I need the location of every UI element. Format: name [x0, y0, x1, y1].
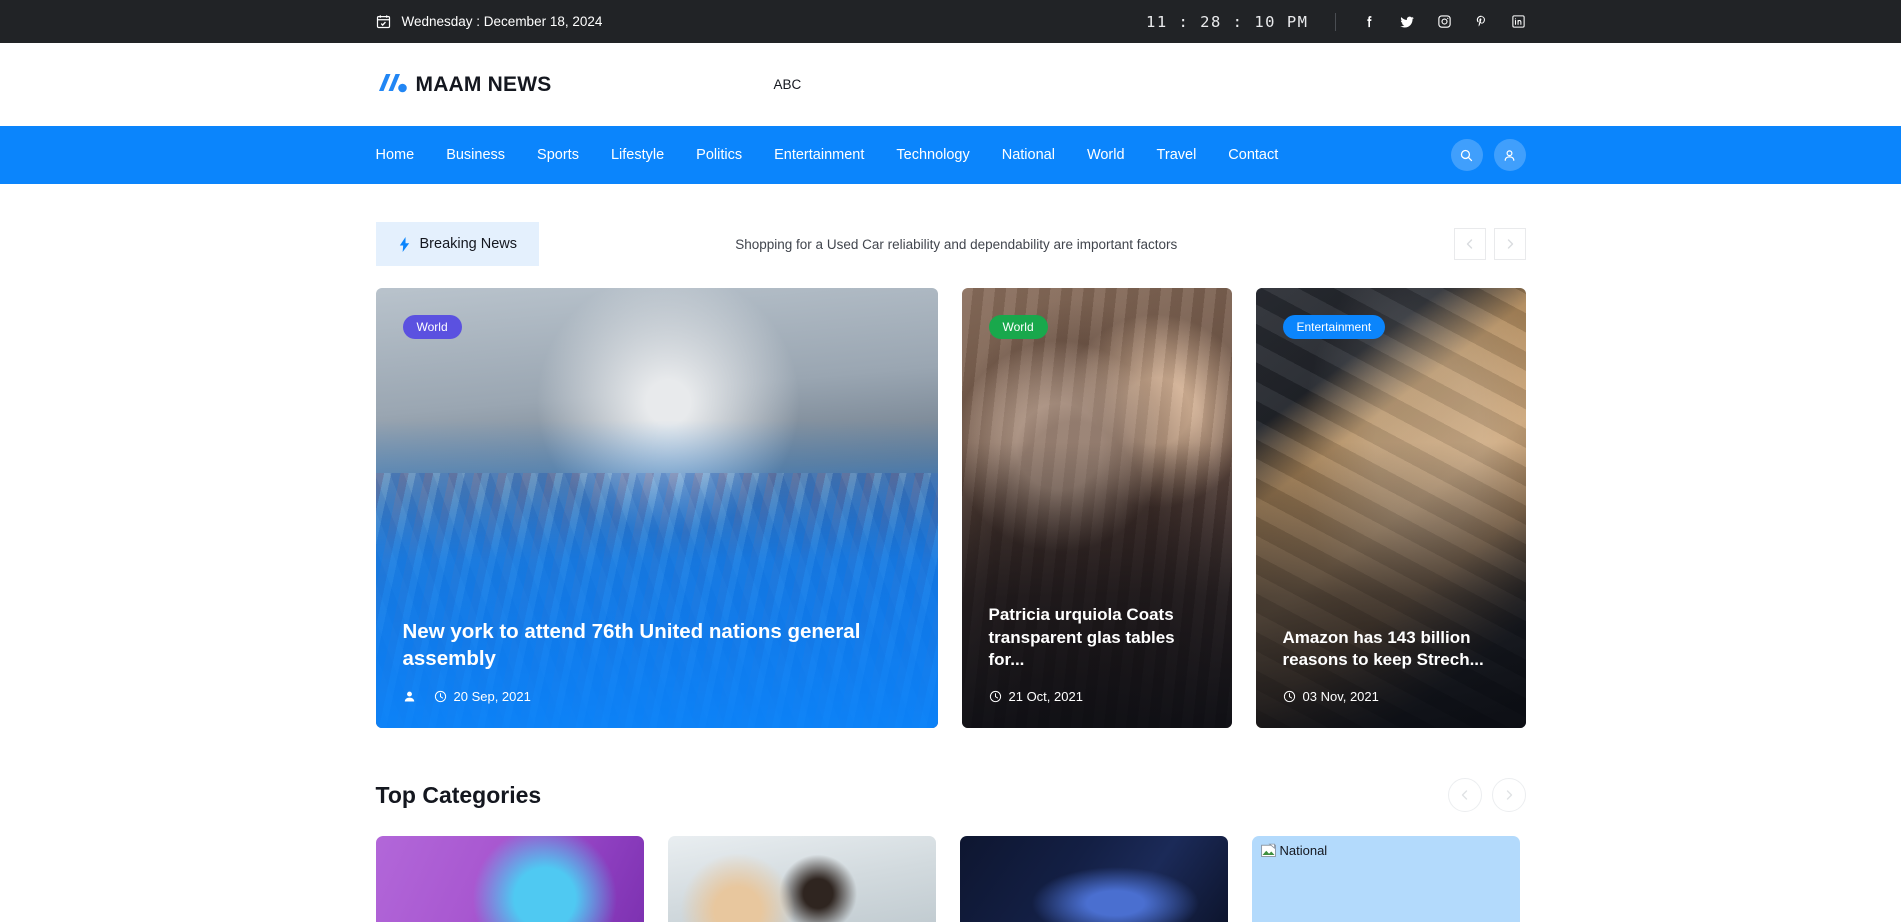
featured-card-primary-date: 20 Sep, 2021	[453, 689, 531, 704]
top-bar-date-group: Wednesday : December 18, 2024	[376, 14, 603, 29]
date-meta: 21 Oct, 2021	[989, 689, 1083, 704]
clock-icon	[434, 690, 447, 703]
nav-link-list: Home Business Sports Lifestyle Politics …	[376, 147, 1295, 163]
broken-image-placeholder: National	[1251, 836, 1520, 922]
date-meta: 20 Sep, 2021	[434, 689, 531, 704]
logo-mark-icon	[376, 72, 407, 98]
category-badge-world[interactable]: World	[988, 315, 1048, 339]
featured-card-secondary-date: 21 Oct, 2021	[1008, 689, 1083, 704]
social-links	[1362, 14, 1526, 30]
featured-stories-section: World New york to attend 76th United nat…	[0, 266, 1901, 728]
broken-image-alt-text: National	[1279, 843, 1328, 858]
clock-icon	[989, 690, 1002, 703]
categories-prev-button[interactable]	[1447, 778, 1482, 812]
instagram-icon[interactable]	[1437, 14, 1452, 29]
nav-item-travel[interactable]: Travel	[1141, 147, 1213, 163]
calendar-icon	[376, 14, 391, 29]
date-meta: 03 Nov, 2021	[1283, 689, 1379, 704]
site-header: MAAM NEWS ABC	[0, 43, 1901, 126]
category-badge-world[interactable]: World	[402, 315, 462, 339]
nav-item-contact[interactable]: Contact	[1212, 147, 1294, 163]
search-button[interactable]	[1450, 139, 1483, 171]
search-icon	[1459, 148, 1474, 163]
top-categories-section: Top Categories National	[0, 728, 1901, 922]
pinterest-icon[interactable]	[1474, 14, 1489, 29]
broken-image-icon	[1260, 843, 1276, 863]
nav-item-business[interactable]: Business	[430, 147, 521, 163]
category-card[interactable]	[959, 836, 1228, 922]
nav-item-national[interactable]: National	[986, 147, 1071, 163]
twitter-icon[interactable]	[1399, 14, 1415, 30]
categories-next-button[interactable]	[1491, 778, 1526, 812]
brand-name: MAAM NEWS	[415, 72, 552, 96]
nav-item-lifestyle[interactable]: Lifestyle	[595, 147, 680, 163]
category-card[interactable]: National	[1251, 836, 1520, 922]
linkedin-icon[interactable]	[1511, 14, 1526, 29]
breaking-news-section: Breaking News Shopping for a Used Car re…	[0, 184, 1901, 266]
chevron-left-icon	[1464, 238, 1476, 250]
main-navigation: Home Business Sports Lifestyle Politics …	[0, 126, 1901, 184]
top-categories-controls	[1447, 778, 1526, 812]
category-card[interactable]	[667, 836, 936, 922]
author-meta	[403, 690, 416, 703]
chevron-left-icon	[1459, 789, 1471, 801]
featured-card-secondary[interactable]: World Patricia urquiola Coats transparen…	[961, 288, 1232, 728]
chevron-right-icon	[1504, 238, 1516, 250]
breaking-news-label: Breaking News	[419, 236, 518, 252]
category-badge-entertainment[interactable]: Entertainment	[1282, 315, 1386, 339]
chevron-right-icon	[1503, 789, 1515, 801]
facebook-icon[interactable]	[1362, 14, 1377, 29]
nav-item-politics[interactable]: Politics	[680, 147, 758, 163]
user-icon	[1502, 148, 1517, 163]
breaking-news-controls	[1453, 228, 1526, 260]
live-clock: 11 : 28 : 10 PM	[1146, 12, 1309, 31]
nav-item-sports[interactable]: Sports	[521, 147, 595, 163]
clock-icon	[1283, 690, 1296, 703]
featured-card-primary-title[interactable]: New york to attend 76th United nations g…	[403, 618, 911, 673]
featured-card-tertiary-date: 03 Nov, 2021	[1302, 689, 1379, 704]
featured-card-tertiary[interactable]: Entertainment Amazon has 143 billion rea…	[1255, 288, 1526, 728]
user-icon	[403, 690, 416, 703]
top-categories-title: Top Categories	[375, 781, 542, 808]
top-utility-bar: Wednesday : December 18, 2024 11 : 28 : …	[0, 0, 1901, 43]
nav-item-home[interactable]: Home	[376, 147, 431, 163]
top-bar-divider	[1334, 12, 1336, 31]
featured-card-primary[interactable]: World New york to attend 76th United nat…	[375, 288, 938, 728]
featured-card-tertiary-title[interactable]: Amazon has 143 billion reasons to keep S…	[1283, 627, 1499, 672]
current-date: Wednesday : December 18, 2024	[401, 14, 603, 29]
account-button[interactable]	[1493, 139, 1526, 171]
breaking-news-tag: Breaking News	[375, 222, 540, 266]
header-secondary-text: ABC	[773, 77, 802, 92]
nav-item-technology[interactable]: Technology	[880, 147, 985, 163]
site-logo[interactable]: MAAM NEWS	[376, 72, 552, 98]
nav-item-world[interactable]: World	[1071, 147, 1141, 163]
breaking-next-button[interactable]	[1493, 228, 1526, 260]
nav-item-entertainment[interactable]: Entertainment	[758, 147, 880, 163]
featured-card-secondary-title[interactable]: Patricia urquiola Coats transparent glas…	[989, 604, 1205, 672]
category-card[interactable]	[375, 836, 644, 922]
breaking-news-headline[interactable]: Shopping for a Used Car reliability and …	[539, 237, 1453, 252]
lightning-bolt-icon	[398, 236, 411, 252]
breaking-prev-button[interactable]	[1453, 228, 1486, 260]
